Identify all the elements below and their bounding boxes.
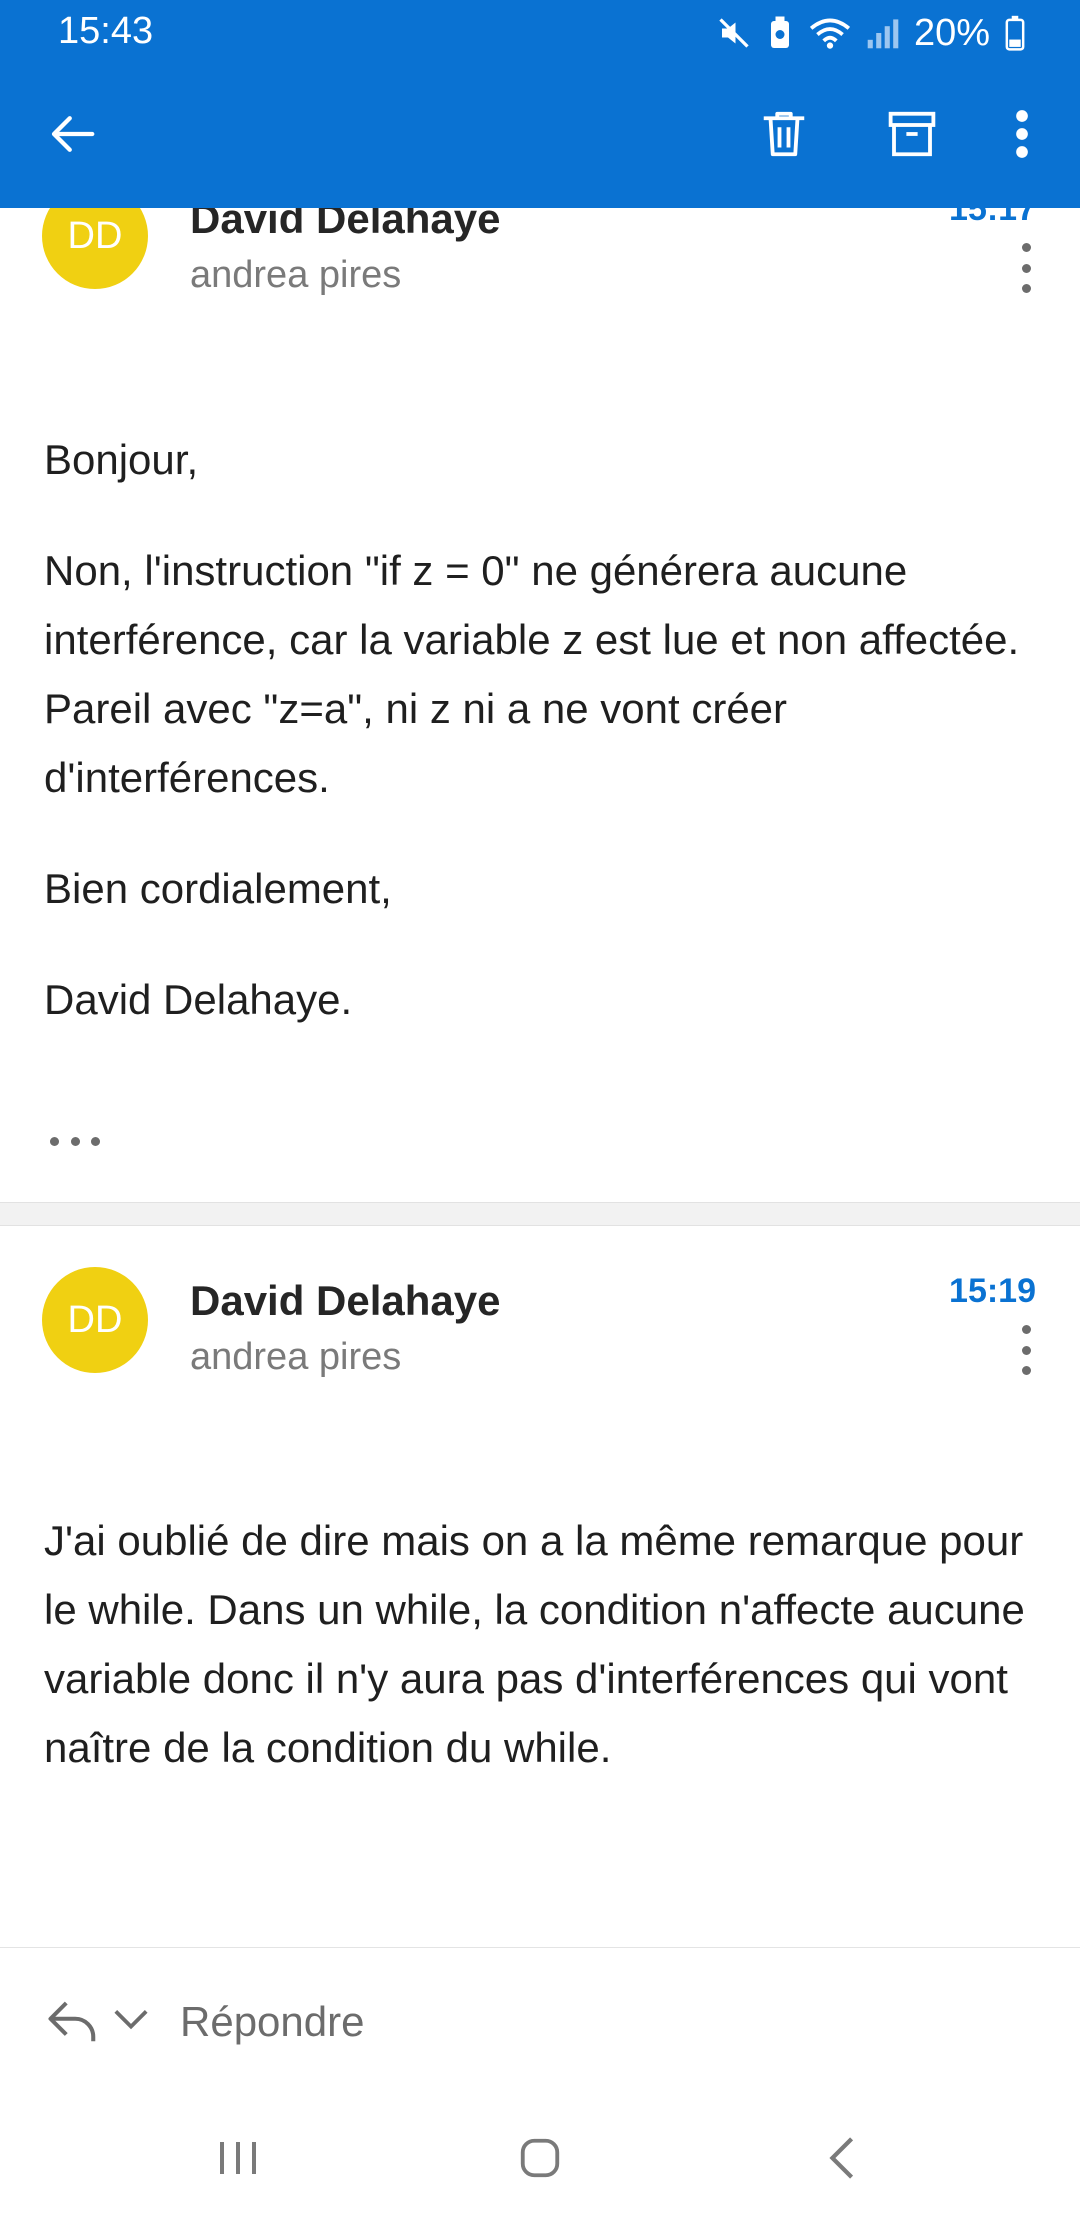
top-app-bar: 15:43 20% <box>0 0 1080 208</box>
back-button[interactable] <box>36 100 108 172</box>
reply-icon[interactable] <box>46 1996 100 2051</box>
mute-icon <box>716 15 752 51</box>
recents-icon <box>216 2138 260 2183</box>
delete-icon <box>757 107 811 166</box>
status-icons: 20% <box>716 8 1026 58</box>
show-quoted-text-button[interactable] <box>50 1126 100 1156</box>
more-options-button[interactable] <box>986 100 1058 172</box>
recent-apps-button[interactable] <box>198 2130 278 2190</box>
body-paragraph: Non, l'instruction "if z = 0" ne générer… <box>44 547 1020 801</box>
signature: David Delahaye. <box>44 976 353 1023</box>
back-nav-button[interactable] <box>802 2130 882 2190</box>
message-1-body: Bonjour, Non, l'instruction "if z = 0" n… <box>44 425 1044 1076</box>
status-time: 15:43 <box>58 10 154 52</box>
avatar: DD <box>42 1267 148 1373</box>
battery-saver-icon <box>766 15 794 51</box>
message-2-body: J'ai oublié de dire mais on a la même re… <box>44 1506 1044 1824</box>
battery-level: 20% <box>913 11 990 54</box>
home-icon <box>517 2135 563 2186</box>
back-arrow-icon <box>45 107 99 166</box>
archive-button[interactable] <box>876 100 948 172</box>
archive-icon <box>885 107 939 166</box>
home-button[interactable] <box>500 2130 580 2190</box>
message-options-icon[interactable] <box>1012 243 1040 293</box>
signal-icon <box>866 16 900 50</box>
closing: Bien cordialement, <box>44 865 392 912</box>
message-time: 15:19 <box>949 1272 1036 1310</box>
wifi-icon <box>808 15 852 51</box>
body-paragraph: J'ai oublié de dire mais on a la même re… <box>44 1517 1025 1771</box>
chevron-left-icon <box>827 2135 857 2186</box>
message-divider <box>0 1202 1080 1226</box>
more-vert-icon <box>1012 107 1032 166</box>
reply-button-label[interactable]: Répondre <box>180 1998 364 2046</box>
recipient-name: andrea pires <box>190 1336 402 1378</box>
system-navigation-bar <box>0 2100 1080 2220</box>
message-options-icon[interactable] <box>1012 1325 1040 1375</box>
greeting: Bonjour, <box>44 436 199 483</box>
battery-icon <box>1004 15 1026 51</box>
chevron-down-icon[interactable] <box>112 2004 150 2039</box>
sender-name: David Delahaye <box>190 1277 501 1324</box>
recipient-name: andrea pires <box>190 254 402 296</box>
delete-button[interactable] <box>748 100 820 172</box>
reply-bar[interactable]: Répondre <box>0 1947 1080 2098</box>
